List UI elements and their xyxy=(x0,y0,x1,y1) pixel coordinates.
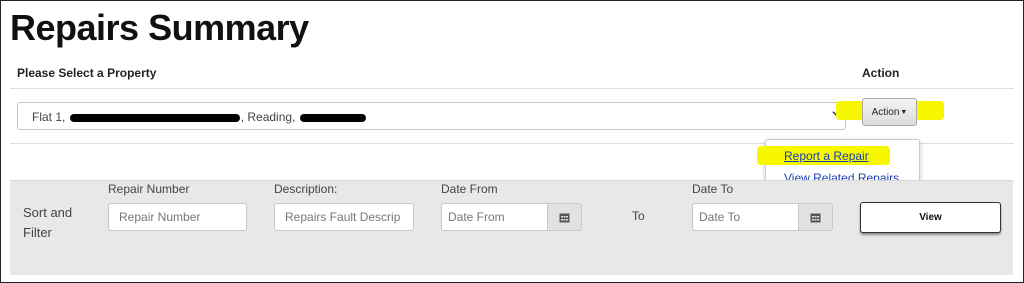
date-to-label: Date To xyxy=(692,182,734,196)
redacted-postcode xyxy=(299,113,366,122)
sort-filter-label: Sort and Filter xyxy=(23,205,73,240)
action-dropdown-button[interactable]: Action ▼ xyxy=(862,98,917,126)
property-select[interactable]: Flat 1, , Reading, xyxy=(17,102,846,130)
date-to-input[interactable]: Date To xyxy=(692,203,799,231)
divider xyxy=(10,88,1014,89)
property-select-value: Flat 1, , Reading, xyxy=(32,110,367,124)
property-town: , Reading, xyxy=(240,110,296,124)
calendar-icon xyxy=(810,213,821,222)
repair-number-label: Repair Number xyxy=(108,182,190,196)
property-label: Please Select a Property xyxy=(17,66,157,80)
date-from-label: Date From xyxy=(441,182,498,196)
view-button[interactable]: View xyxy=(860,202,1001,233)
date-to-calendar-button[interactable] xyxy=(798,203,833,231)
repair-number-input[interactable]: Repair Number xyxy=(108,203,247,231)
report-repair-link[interactable]: Report a Repair xyxy=(784,149,869,163)
date-range-to-label: To xyxy=(632,209,645,223)
redacted-address xyxy=(69,113,240,122)
date-from-calendar-button[interactable] xyxy=(547,203,582,231)
description-input[interactable]: Repairs Fault Descrip xyxy=(274,203,414,231)
date-from-input[interactable]: Date From xyxy=(441,203,548,231)
page-title: Repairs Summary xyxy=(10,7,309,48)
caret-down-icon: ▼ xyxy=(900,108,908,116)
description-label: Description: xyxy=(274,182,338,196)
calendar-icon xyxy=(559,213,570,222)
property-address-part: Flat 1, xyxy=(32,110,66,124)
action-column-label: Action xyxy=(862,66,900,80)
action-button-label: Action xyxy=(871,106,900,118)
